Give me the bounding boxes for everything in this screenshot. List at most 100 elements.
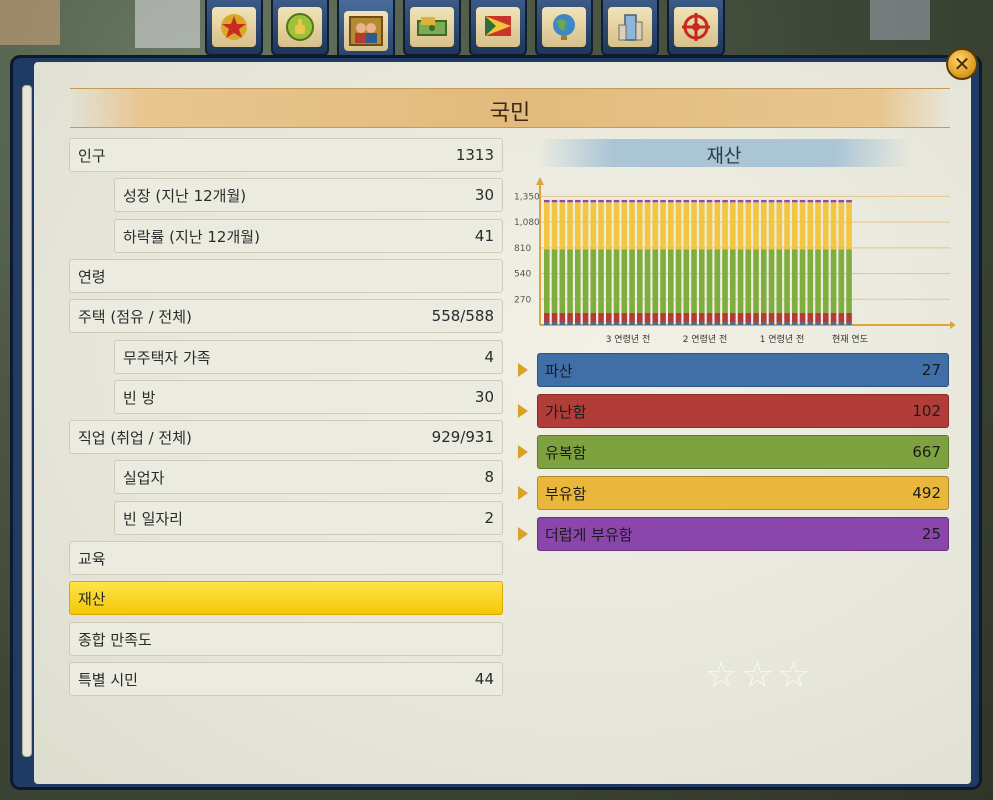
expand-arrow-icon[interactable] bbox=[518, 486, 528, 500]
x-tick-label: 2 연령년 전 bbox=[683, 333, 728, 345]
bar-segment bbox=[745, 312, 752, 323]
bar-segment bbox=[815, 312, 821, 323]
stat-row[interactable]: 특별 시민 44 bbox=[69, 662, 503, 696]
bar-segment bbox=[637, 322, 643, 325]
bar-segment bbox=[683, 322, 690, 325]
decorative-stars: ☆☆☆ bbox=[705, 655, 814, 696]
stat-row[interactable]: 직업 (취업 / 전체) 929/931 bbox=[69, 420, 503, 454]
bar-segment bbox=[761, 322, 767, 325]
bar-segment bbox=[823, 249, 829, 313]
tab-economy[interactable] bbox=[403, 0, 461, 56]
bar-segment bbox=[575, 249, 581, 313]
x-axis-arrow bbox=[950, 321, 955, 329]
bar-segment bbox=[644, 249, 651, 313]
close-button[interactable]: ✕ bbox=[946, 48, 978, 80]
bar-segment bbox=[582, 202, 589, 250]
expand-arrow-icon[interactable] bbox=[518, 445, 528, 459]
bar-segment bbox=[792, 199, 798, 203]
chart-title-bar: 재산 bbox=[538, 139, 910, 167]
stat-row[interactable]: 연령 bbox=[69, 259, 503, 293]
stat-row[interactable]: 종합 만족도 bbox=[69, 622, 503, 656]
bar-segment bbox=[799, 249, 806, 313]
bar-segment bbox=[830, 322, 837, 325]
bar-segment bbox=[598, 199, 604, 203]
bar-segment bbox=[668, 202, 674, 250]
expand-arrow-icon[interactable] bbox=[518, 527, 528, 541]
stat-row[interactable]: 주택 (점유 / 전체) 558/588 bbox=[69, 299, 503, 333]
bar-segment bbox=[544, 199, 550, 203]
stat-row[interactable]: 재산 bbox=[69, 581, 503, 615]
expand-arrow-icon[interactable] bbox=[518, 404, 528, 418]
bar-segment bbox=[815, 322, 821, 325]
stat-label: 연령 bbox=[78, 267, 106, 286]
bar-segment bbox=[559, 202, 566, 250]
top-tab-bar bbox=[205, 0, 725, 64]
bar-segment bbox=[706, 312, 713, 323]
bar-segment bbox=[846, 199, 852, 203]
stat-row[interactable]: 교육 bbox=[69, 541, 503, 575]
legend-row[interactable]: 가난함 102 bbox=[537, 394, 949, 428]
stat-label: 직업 (취업 / 전체) bbox=[78, 428, 192, 447]
bar-segment bbox=[575, 322, 581, 325]
stat-row[interactable]: 성장 (지난 12개월) 30 bbox=[114, 178, 503, 212]
legend-label: 부유함 bbox=[545, 484, 587, 503]
bar-segment bbox=[567, 322, 573, 325]
stat-row[interactable]: 빈 일자리 2 bbox=[114, 501, 503, 535]
stat-row[interactable]: 인구 1313 bbox=[69, 138, 503, 172]
bar-segment bbox=[792, 249, 798, 313]
people-portrait-icon bbox=[349, 16, 383, 46]
tab-star[interactable] bbox=[205, 0, 263, 56]
stat-label: 재산 bbox=[78, 589, 106, 608]
tab-military[interactable] bbox=[667, 0, 725, 56]
crosshair-icon bbox=[682, 13, 710, 41]
bar-segment bbox=[699, 199, 705, 203]
stat-label: 인구 bbox=[78, 146, 106, 165]
bar-segment bbox=[737, 322, 744, 325]
tab-construction[interactable] bbox=[601, 0, 659, 56]
bar-segment bbox=[730, 199, 736, 203]
title-banner: 국민 bbox=[70, 88, 950, 128]
bar-segment bbox=[598, 202, 604, 250]
bar-segment bbox=[675, 202, 682, 250]
stat-row[interactable]: 실업자 8 bbox=[114, 460, 503, 494]
stat-row[interactable]: 빈 방 30 bbox=[114, 380, 503, 414]
bar-segment bbox=[807, 312, 814, 323]
building-icon bbox=[618, 14, 643, 41]
scrollbar[interactable] bbox=[22, 85, 32, 757]
legend-row[interactable]: 더럽게 부유함 25 bbox=[537, 517, 949, 551]
legend-row[interactable]: 유복함 667 bbox=[537, 435, 949, 469]
bar-segment bbox=[753, 249, 759, 313]
bar-segment bbox=[706, 249, 713, 313]
legend-row[interactable]: 파산 27 bbox=[537, 353, 949, 387]
tab-politics[interactable] bbox=[469, 0, 527, 56]
bar-segment bbox=[675, 249, 682, 313]
tab-approval[interactable] bbox=[271, 0, 329, 56]
bar-segment bbox=[637, 199, 643, 203]
bar-segment bbox=[722, 312, 728, 323]
bar-segment bbox=[761, 249, 767, 313]
bar-segment bbox=[846, 312, 852, 323]
stat-label: 빈 일자리 bbox=[123, 509, 183, 528]
y-tick-label: 270 bbox=[514, 295, 531, 305]
bar-segment bbox=[551, 202, 558, 250]
bar-segment bbox=[776, 322, 783, 325]
bar-segment bbox=[799, 199, 806, 203]
bar-segment bbox=[606, 312, 612, 323]
stat-value: 558/588 bbox=[431, 307, 494, 325]
stat-value: 929/931 bbox=[431, 428, 494, 446]
bar-segment bbox=[567, 202, 573, 250]
stat-row[interactable]: 하락률 (지난 12개월) 41 bbox=[114, 219, 503, 253]
background-building bbox=[135, 0, 200, 48]
bar-segment bbox=[784, 312, 790, 323]
bar-segment bbox=[551, 312, 558, 323]
tab-foreign[interactable] bbox=[535, 0, 593, 56]
bar-segment bbox=[784, 202, 790, 250]
bar-segment bbox=[776, 249, 783, 313]
bar-segment bbox=[621, 249, 628, 313]
stat-row[interactable]: 무주택자 가족 4 bbox=[114, 340, 503, 374]
expand-arrow-icon[interactable] bbox=[518, 363, 528, 377]
bar-segment bbox=[838, 199, 845, 203]
y-tick-label: 540 bbox=[514, 270, 531, 280]
star-badge-icon bbox=[221, 14, 247, 40]
legend-row[interactable]: 부유함 492 bbox=[537, 476, 949, 510]
